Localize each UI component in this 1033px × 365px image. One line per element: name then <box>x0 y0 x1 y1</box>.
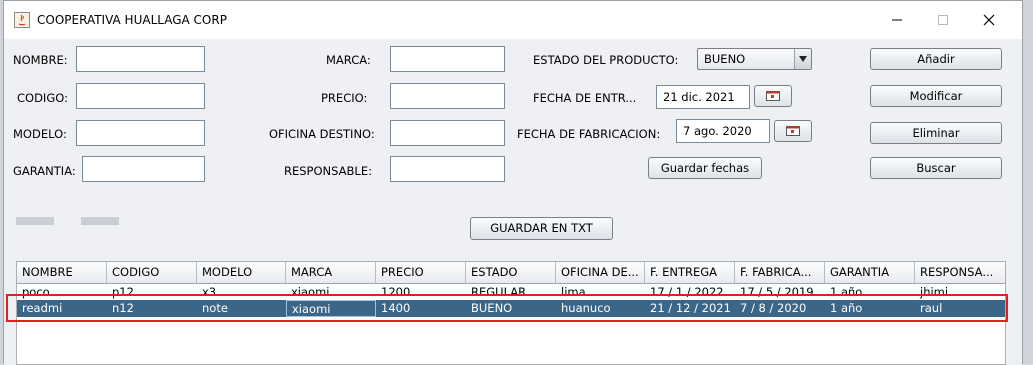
garantia-field[interactable] <box>82 156 205 182</box>
codigo-field[interactable] <box>76 83 205 109</box>
estado-label: ESTADO DEL PRODUCTO: <box>533 53 679 67</box>
responsable-label: RESPONSABLE: <box>284 164 372 178</box>
column-header[interactable]: GARANTIA <box>825 262 915 283</box>
column-header[interactable]: PRECIO <box>376 262 466 283</box>
maximize-icon <box>938 15 948 25</box>
calendar-icon <box>786 126 800 136</box>
fecha-entrega-calendar-button[interactable] <box>754 85 792 107</box>
hidden-control <box>81 217 119 225</box>
column-header[interactable]: F. ENTREGA <box>645 262 735 283</box>
chevron-down-icon <box>794 49 811 69</box>
column-header[interactable]: MARCA <box>286 262 376 283</box>
nombre-label: NOMBRE: <box>13 53 68 67</box>
window-title: COOPERATIVA HUALLAGA CORP <box>37 13 227 27</box>
precio-label: PRECIO: <box>321 91 368 105</box>
minimize-icon <box>892 19 902 21</box>
java-app-icon <box>14 12 30 28</box>
marca-label: MARCA: <box>326 53 371 67</box>
column-header[interactable]: CODIGO <box>107 262 197 283</box>
modificar-button[interactable]: Modificar <box>870 85 1002 107</box>
nombre-field[interactable] <box>76 46 205 72</box>
column-header[interactable]: ESTADO <box>466 262 556 283</box>
title-bar: COOPERATIVA HUALLAGA CORP <box>4 1 1022 39</box>
fecha-fabricacion-calendar-button[interactable] <box>774 120 812 142</box>
hidden-control <box>16 217 54 225</box>
anadir-button[interactable]: Añadir <box>870 48 1002 70</box>
guardar-fechas-button[interactable]: Guardar fechas <box>648 157 762 179</box>
column-header[interactable]: OFICINA DE... <box>556 262 645 283</box>
buscar-button[interactable]: Buscar <box>870 157 1002 179</box>
column-header[interactable]: RESPONSA... <box>915 262 1005 283</box>
marca-field[interactable] <box>390 46 505 72</box>
eliminar-button[interactable]: Eliminar <box>870 122 1002 144</box>
estado-select[interactable]: BUENO <box>697 48 812 70</box>
column-header[interactable]: F. FABRICA... <box>735 262 825 283</box>
close-icon <box>983 14 995 26</box>
close-button[interactable] <box>966 5 1012 35</box>
responsable-field[interactable] <box>390 156 505 182</box>
modelo-label: MODELO: <box>13 127 67 141</box>
fecha-fabricacion-label: FECHA DE FABRICACION: <box>517 127 661 141</box>
highlight-box <box>6 294 1008 322</box>
estado-select-value: BUENO <box>704 52 746 66</box>
garantia-label: GARANTIA: <box>13 164 76 178</box>
fecha-fabricacion-field[interactable]: 7 ago. 2020 <box>676 119 770 143</box>
fecha-entrega-label: FECHA DE ENTR... <box>533 91 637 105</box>
precio-field[interactable] <box>390 83 505 109</box>
fecha-entrega-field[interactable]: 21 dic. 2021 <box>656 85 750 109</box>
maximize-button[interactable] <box>920 5 966 35</box>
table-header: NOMBRE CODIGO MODELO MARCA PRECIO ESTADO… <box>17 262 1005 284</box>
oficina-destino-label: OFICINA DESTINO: <box>269 127 375 141</box>
column-header[interactable]: MODELO <box>197 262 286 283</box>
column-header[interactable]: NOMBRE <box>17 262 107 283</box>
calendar-icon <box>766 91 780 101</box>
codigo-label: CODIGO: <box>17 91 68 105</box>
oficina-destino-field[interactable] <box>390 120 505 146</box>
minimize-button[interactable] <box>874 5 920 35</box>
guardar-en-txt-button[interactable]: GUARDAR EN TXT <box>470 217 613 240</box>
modelo-field[interactable] <box>76 120 205 146</box>
